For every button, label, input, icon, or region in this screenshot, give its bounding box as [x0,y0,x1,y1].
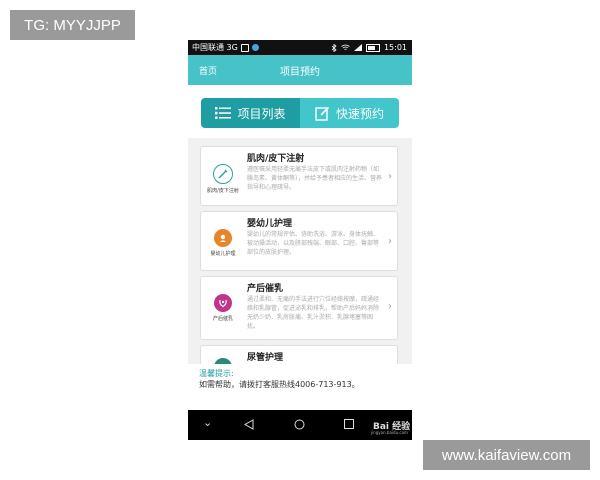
top-nav-bar: 首页 项目预约 [188,55,412,85]
system-nav-bar: ⌄ Bai 经验 jingyan.baidu.com [188,410,412,440]
watermark-left: TG: MYYJJPP [10,10,135,40]
chevron-right-icon: › [388,301,392,312]
service-description: 遵医嘱采用轻柔无痛手法皮下或肌肉注射药物（如胰岛素、黄体酮等），并给予患者相应的… [247,166,383,191]
tab-project-list[interactable]: 项目列表 [201,98,300,128]
sim-icon [240,43,249,52]
mother-icon [214,294,232,312]
service-card-lactation[interactable]: 产后催乳 产后催乳 通过柔和、无痛的手法进行穴位经络按摩，疏通经络和乳腺管，促进… [200,276,398,340]
service-title: 尿管护理 [247,353,284,363]
chevron-down-icon[interactable]: ⌄ [203,416,212,429]
recents-square-icon[interactable] [344,419,354,429]
service-logo: 婴幼儿护理 [206,229,240,257]
bluetooth-icon [331,43,337,52]
service-card-infant[interactable]: 婴幼儿护理 婴幼儿护理 婴幼儿的常规评估、协助洗浴、游泳、身体抚触、被动操活动，… [200,211,398,271]
service-card-injection[interactable]: 肌肉/皮下注射 肌肉/皮下注射 遵医嘱采用轻柔无痛手法皮下或肌肉注射药物（如胰岛… [200,146,398,206]
baby-icon [214,229,232,247]
syringe-icon [213,164,233,184]
list-icon [215,107,232,119]
service-title: 产后催乳 [247,284,284,294]
service-card-catheter[interactable]: 尿管护理 [200,345,398,364]
baidu-jingyan-url: jingyan.baidu.com [371,430,408,435]
tips-label: 温馨提示: [199,369,234,378]
service-title: 婴幼儿护理 [247,219,293,229]
chevron-right-icon: › [388,236,392,247]
service-title: 肌肉/皮下注射 [247,154,305,164]
tips-panel: 温馨提示: 如需帮助，请拨打客服热线4006-713-913。 [188,364,412,410]
tab-project-list-label: 项目列表 [237,106,286,121]
tab-quick-booking-label: 快速预约 [335,106,384,121]
service-logo: 肌肉/皮下注射 [206,164,240,194]
tips-hotline-text[interactable]: 如需帮助，请拨打客服热线4006-713-913。 [199,379,360,390]
segmented-control: 项目列表 快速预约 [201,98,399,128]
battery-icon [365,43,380,52]
service-logo: 产后催乳 [206,294,240,322]
home-circle-icon[interactable] [294,419,305,430]
service-logo-caption: 产后催乳 [212,316,233,322]
wifi-icon [341,44,350,50]
service-description: 婴幼儿的常规评估、协助洗浴、游泳、身体抚触、被动操活动，以及脐部残端、眼部、口腔… [247,231,380,256]
service-logo-caption: 婴幼儿护理 [210,251,236,257]
chevron-right-icon: › [388,171,392,182]
service-list: 肌肉/皮下注射 肌肉/皮下注射 遵医嘱采用轻柔无痛手法皮下或肌肉注射药物（如胰岛… [188,138,412,364]
status-bar: 中国联通 3G 15:01 [188,40,412,55]
phone-screen: 中国联通 3G 15:01 首页 项目预约 项目列表 快速预约 肌肉/皮下注射 … [188,40,412,440]
tab-quick-booking[interactable]: 快速预约 [300,98,399,128]
app-notification-icon [251,44,259,51]
watermark-right: www.kaifaview.com [423,440,590,470]
carrier-label: 中国联通 3G [192,43,238,52]
service-description: 通过柔和、无痛的手法进行穴位经络按摩，疏通经络和乳腺管，促进泌乳和排乳，帮助产后… [247,296,380,330]
page-title: 项目预约 [280,67,320,78]
back-triangle-icon[interactable] [244,419,254,430]
status-time: 15:01 [383,43,407,52]
signal-icon [353,44,362,51]
edit-icon [315,106,330,121]
service-logo-caption: 肌肉/皮下注射 [207,188,239,194]
